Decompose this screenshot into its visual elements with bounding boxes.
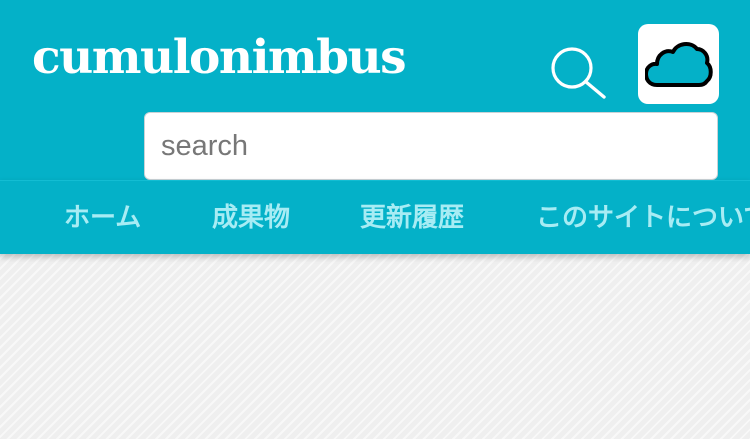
search-button[interactable] xyxy=(548,44,608,100)
nav-item-history[interactable]: 更新履歴 xyxy=(360,181,464,254)
site-logo[interactable]: cumulonimbus xyxy=(32,34,407,81)
search-input[interactable] xyxy=(144,112,718,180)
main-nav: ホーム 成果物 更新履歴 このサイトについて xyxy=(0,180,750,254)
nav-item-about[interactable]: このサイトについて xyxy=(536,181,750,254)
search-icon xyxy=(551,47,606,99)
cloud-icon xyxy=(645,42,713,87)
nav-item-home[interactable]: ホーム xyxy=(64,181,141,254)
cloud-button[interactable] xyxy=(638,24,719,104)
nav-item-works[interactable]: 成果物 xyxy=(212,181,290,254)
